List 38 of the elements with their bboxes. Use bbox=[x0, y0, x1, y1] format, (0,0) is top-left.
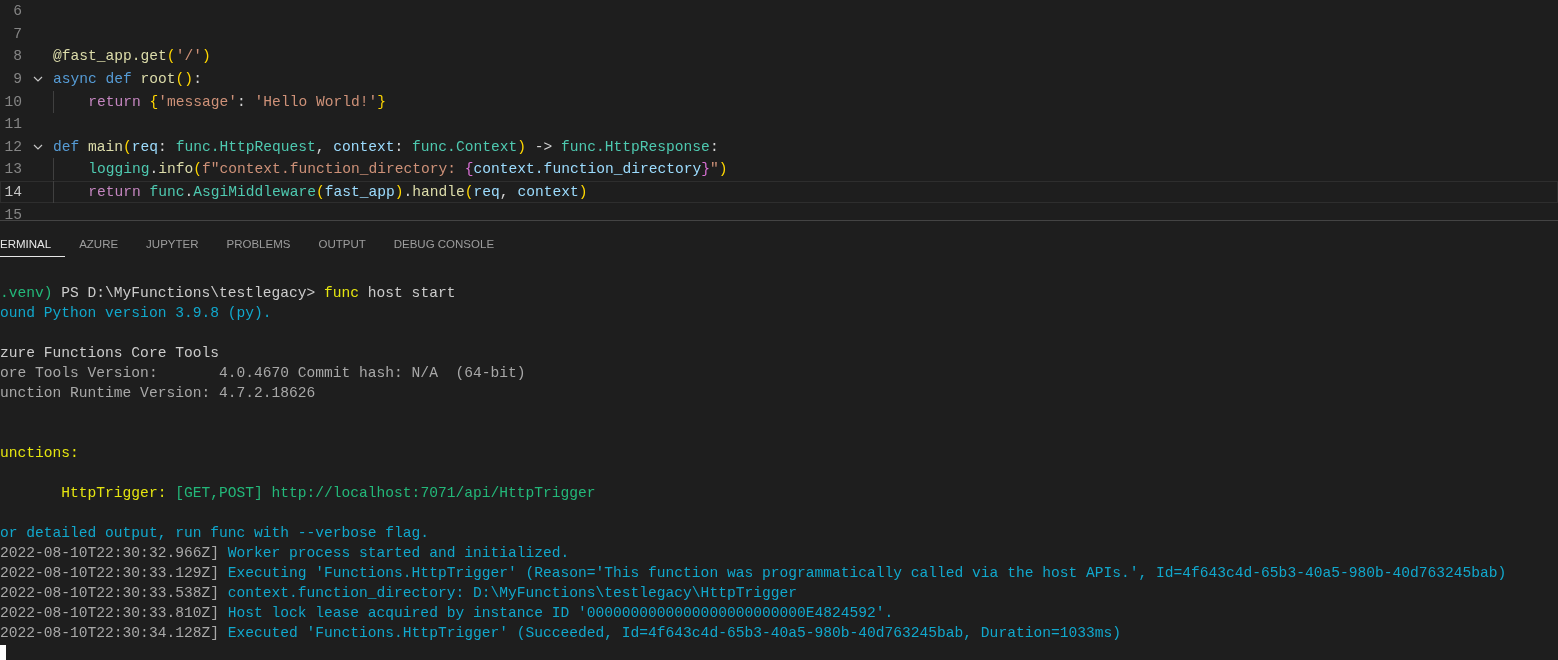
terminal-line: 2022-08-10T22:30:33.129Z] Executing 'Functions.HttpTrigger' (Reason='This function was programmatically called via the host APIs.', Id=4f643c4d-65b3-40a5-980b-40d763245bab) bbox=[0, 565, 1507, 581]
line-number: 10 bbox=[3, 93, 22, 110]
chevron-down-icon[interactable] bbox=[32, 76, 43, 83]
terminal-line: ore Tools Version: 4.0.4670 Commit hash: N/A (64-bit) bbox=[0, 365, 526, 381]
code-line: return func.AsgiMiddleware(fast_app).handle(req, context) bbox=[88, 184, 588, 201]
chevron-down-icon[interactable] bbox=[32, 143, 43, 150]
terminal-line: .venv) PS D:\MyFunctions\testlegacy> func host start bbox=[0, 285, 456, 301]
line-number: 11 bbox=[3, 116, 22, 133]
line-number: 7 bbox=[12, 25, 22, 42]
terminal-line: 2022-08-10T22:30:34.128Z] Executed 'Functions.HttpTrigger' (Succeeded, Id=4f643c4d-65b3-40a5-980b-40d763245bab, Duration=1033ms) bbox=[0, 625, 1121, 641]
panel-tab[interactable]: AZURE bbox=[65, 230, 133, 257]
terminal-line: or detailed output, run func with --verbose flag. bbox=[0, 525, 430, 541]
code-line: logging.info(f"context.function_directory: {context.function_directory}") bbox=[88, 161, 728, 178]
terminal-line: unctions: bbox=[0, 445, 79, 461]
terminal-line: 2022-08-10T22:30:32.966Z] Worker process started and initialized. bbox=[0, 545, 570, 561]
code-line: def main(req: func.HttpRequest, context: func.Context) -> func.HttpResponse: bbox=[53, 138, 719, 155]
code-line: @fast_app.get('/') bbox=[53, 48, 211, 65]
panel-tab[interactable]: OUTPUT bbox=[304, 230, 380, 257]
line-number: 14 bbox=[3, 184, 22, 201]
terminal-line: ound Python version 3.9.8 (py). bbox=[0, 305, 272, 321]
line-number: 9 bbox=[12, 71, 22, 88]
terminal-line: unction Runtime Version: 4.7.2.18626 bbox=[0, 385, 316, 401]
panel-tab[interactable]: JUPYTER bbox=[132, 230, 213, 257]
panel-tab[interactable]: PROBLEMS bbox=[212, 230, 305, 257]
code-line: return {'message': 'Hello World!'} bbox=[88, 93, 386, 110]
terminal-cursor bbox=[0, 644, 6, 660]
line-number: 6 bbox=[12, 3, 22, 20]
panel-tab[interactable]: DEBUG CONSOLE bbox=[379, 230, 509, 257]
terminal-line: 2022-08-10T22:30:33.810Z] Host lock lease acquired by instance ID '0000000000000000000000000E4824592'. bbox=[0, 605, 894, 621]
line-number: 8 bbox=[12, 48, 22, 65]
line-number: 12 bbox=[3, 138, 22, 155]
panel-tab[interactable]: ERMINAL bbox=[0, 230, 66, 257]
terminal-line: zure Functions Core Tools bbox=[0, 345, 219, 361]
line-number: 15 bbox=[3, 206, 22, 220]
line-number: 13 bbox=[3, 161, 22, 178]
terminal-line: 2022-08-10T22:30:33.538Z] context.function_directory: D:\MyFunctions\testlegacy\HttpTrigger bbox=[0, 585, 797, 601]
terminal-line: HttpTrigger: [GET,POST] http://localhost:7071/api/HttpTrigger bbox=[60, 485, 596, 501]
code-line: async def root(): bbox=[53, 71, 202, 88]
